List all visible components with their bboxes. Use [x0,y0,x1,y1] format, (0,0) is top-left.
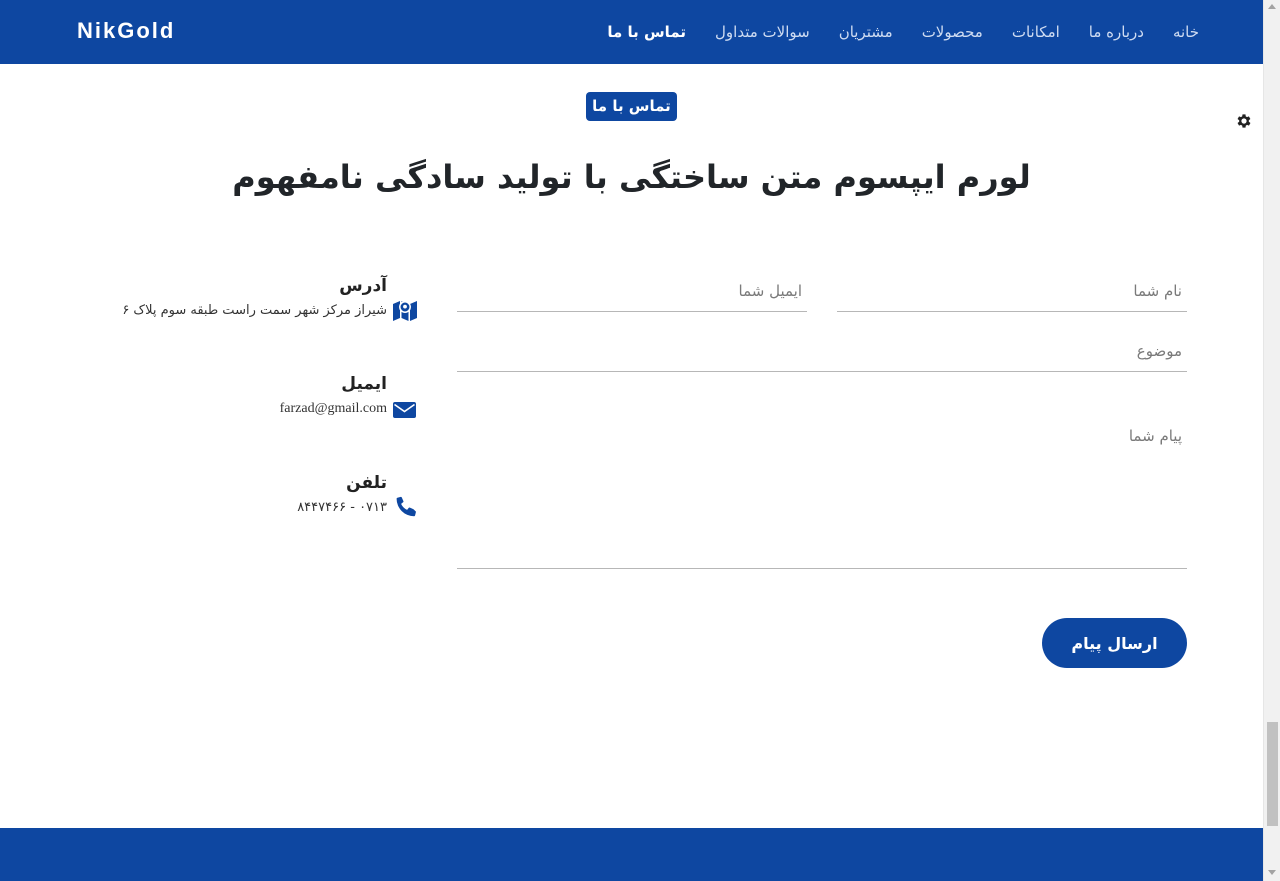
page: NikGold خانه درباره ما امکانات محصولات م… [0,0,1263,881]
section-title: لورم ایپسوم متن ساختگی با تولید سادگی نا… [232,158,1031,196]
section-badge: تماس با ما [586,92,677,121]
nav-item-home[interactable]: خانه [1173,23,1199,41]
phone-title: تلفن [346,473,387,493]
envelope-icon [393,402,416,418]
message-input[interactable] [457,423,1187,569]
contact-email: ایمیل farzad@gmail.com [58,374,418,418]
nav-item-contact[interactable]: تماس با ما [607,23,686,41]
phone-value[interactable]: ۰۷۱۳ - ۸۴۴۷۴۶۶ [58,500,418,515]
subject-input[interactable] [457,339,1187,372]
gear-icon[interactable] [1235,112,1253,130]
nav-item-about[interactable]: درباره ما [1089,23,1144,41]
email-input[interactable] [457,279,807,312]
nav-item-features[interactable]: امکانات [1012,23,1060,41]
main-nav: خانه درباره ما امکانات محصولات مشتریان س… [578,0,1199,64]
scroll-up-arrow-icon[interactable] [1268,4,1276,9]
nav-item-faq[interactable]: سوالات متداول [715,23,810,41]
send-message-button[interactable]: ارسال پیام [1042,618,1187,668]
scroll-down-arrow-icon[interactable] [1268,870,1276,875]
footer [0,828,1263,881]
nav-item-products[interactable]: محصولات [922,23,983,41]
phone-icon [396,496,416,517]
contact-phone: تلفن ۰۷۱۳ - ۸۴۴۷۴۶۶ [58,473,418,517]
brand-logo[interactable]: NikGold [77,18,175,44]
map-icon [393,301,417,321]
address-value: شیراز مرکز شهر سمت راست طبقه سوم پلاک ۶ [122,303,387,318]
email-value[interactable]: farzad@gmail.com [58,401,418,417]
navbar: NikGold خانه درباره ما امکانات محصولات م… [0,0,1263,64]
contact-address: آدرس شیراز مرکز شهر سمت راست طبقه سوم پل… [58,276,418,321]
email-title: ایمیل [341,374,387,394]
scrollbar[interactable] [1263,0,1280,881]
nav-item-customers[interactable]: مشتریان [839,23,893,41]
scrollbar-thumb[interactable] [1267,722,1278,826]
address-title: آدرس [339,276,387,296]
name-input[interactable] [837,279,1187,312]
